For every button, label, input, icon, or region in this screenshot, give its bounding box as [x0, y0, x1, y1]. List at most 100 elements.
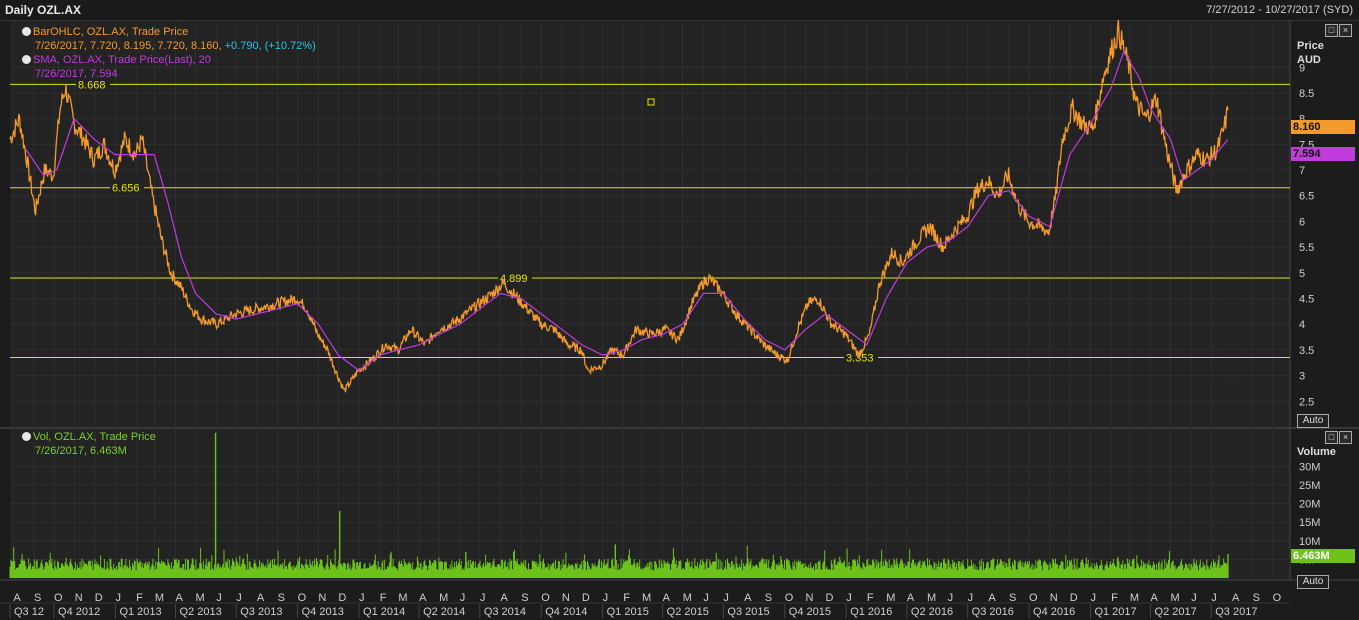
volume-pane-close-button[interactable]: × — [1339, 431, 1352, 444]
price-pane-maximize-button[interactable]: □ — [1325, 24, 1338, 37]
price-legend: BarOHLC, OZL.AX, Trade Price 7/26/2017, … — [22, 25, 316, 81]
chart-canvas[interactable]: 8.6686.6564.8993.353 2.533.544.555.566.5… — [0, 0, 1359, 620]
price-auto-scale-button[interactable]: Auto — [1297, 414, 1329, 428]
sma-series-icon[interactable] — [22, 55, 31, 64]
month-tick-label: S — [1009, 592, 1016, 604]
bar-series-values: 7/26/2017, 7.720, 8.195, 7.720, 8.160, — [35, 40, 222, 52]
volume-tick-label: 10M — [1299, 536, 1320, 548]
month-tick-label: J — [460, 592, 466, 604]
x-axis-quarters: Q3 12 Q4 2012 Q1 2013 Q2 2013 Q3 2013 Q4 2013… — [9, 604, 1257, 618]
month-tick-label: A — [1151, 592, 1159, 604]
month-tick-label: A — [1232, 592, 1240, 604]
month-tick-label: A — [257, 592, 265, 604]
month-tick-label: F — [380, 592, 387, 604]
volume-pane-bg — [10, 429, 1290, 580]
price-tick-label: 8.5 — [1299, 88, 1314, 100]
month-tick-label: N — [1050, 592, 1058, 604]
month-tick-label: A — [13, 592, 21, 604]
month-tick-label: O — [1273, 592, 1282, 604]
month-tick-label: N — [75, 592, 83, 604]
month-tick-label: M — [1130, 592, 1139, 604]
price-tick-label: 3.5 — [1299, 345, 1314, 357]
price-pane-close-button[interactable]: × — [1339, 24, 1352, 37]
quarter-tick-label: Q3 2015 — [727, 606, 769, 618]
bar-series-label: BarOHLC, OZL.AX, Trade Price — [33, 26, 189, 38]
chart-window: Daily OZL.AX 7/27/2012 - 10/27/2017 (SYD… — [0, 0, 1359, 620]
month-tick-label: S — [34, 592, 41, 604]
month-tick-label: D — [95, 592, 103, 604]
volume-tick-label: 25M — [1299, 480, 1320, 492]
price-tick-label: 5 — [1299, 268, 1305, 280]
volume-series-label: Vol, OZL.AX, Trade Price — [33, 431, 156, 443]
volume-axis-title: Volume — [1297, 446, 1336, 458]
sma-series-label: SMA, OZL.AX, Trade Price(Last), 20 — [33, 54, 211, 66]
volume-tick-label: 30M — [1299, 461, 1320, 473]
quarter-tick-label: Q1 2017 — [1094, 606, 1136, 618]
month-tick-label: D — [826, 592, 834, 604]
quarter-tick-label: Q3 12 — [14, 606, 44, 618]
month-tick-label: O — [785, 592, 794, 604]
volume-pane-maximize-button[interactable]: □ — [1325, 431, 1338, 444]
price-tick-label: 3 — [1299, 371, 1305, 383]
month-tick-label: J — [1090, 592, 1096, 604]
month-tick-label: M — [683, 592, 692, 604]
month-tick-label: J — [968, 592, 974, 604]
last-sma-tag: 7.594 — [1291, 147, 1355, 161]
level-label: 8.668 — [78, 79, 106, 91]
month-tick-label: M — [155, 592, 164, 604]
month-tick-label: F — [1111, 592, 1118, 604]
last-volume-tag: 6.463M — [1291, 549, 1355, 563]
month-tick-label: D — [1070, 592, 1078, 604]
price-axis-title: Price AUD — [1297, 39, 1324, 67]
bar-series-icon[interactable] — [22, 27, 31, 36]
month-tick-label: A — [419, 592, 427, 604]
month-tick-label: A — [988, 592, 996, 604]
volume-series-icon[interactable] — [22, 432, 31, 441]
month-tick-label: S — [278, 592, 285, 604]
quarter-tick-label: Q1 2013 — [119, 606, 161, 618]
volume-series-values: 7/26/2017, 6.463M — [35, 445, 127, 457]
month-tick-label: J — [216, 592, 222, 604]
month-tick-label: J — [846, 592, 852, 604]
price-axis-unit: AUD — [1297, 54, 1321, 66]
quarter-tick-label: Q3 2014 — [484, 606, 526, 618]
price-tick-label: 2.5 — [1299, 396, 1314, 408]
month-tick-label: M — [886, 592, 895, 604]
x-axis-months: ASONDJFMAMJJASONDJFMAMJJASONDJFMAMJJASON… — [13, 592, 1281, 604]
month-tick-label: M — [642, 592, 651, 604]
quarter-tick-label: Q2 2017 — [1155, 606, 1197, 618]
quarter-tick-label: Q2 2013 — [180, 606, 222, 618]
month-tick-label: A — [663, 592, 671, 604]
month-tick-label: M — [398, 592, 407, 604]
month-tick-label: O — [541, 592, 550, 604]
month-tick-label: O — [54, 592, 63, 604]
month-tick-label: J — [480, 592, 486, 604]
price-axis-ticks: 2.533.544.555.566.577.588.59 — [1299, 62, 1314, 408]
level-label: 6.656 — [112, 183, 140, 195]
month-tick-label: O — [1029, 592, 1038, 604]
month-tick-label: J — [359, 592, 365, 604]
quarter-tick-label: Q4 2012 — [58, 606, 100, 618]
month-tick-label: A — [176, 592, 184, 604]
month-tick-label: D — [582, 592, 590, 604]
price-axis-label: Price — [1297, 40, 1324, 52]
month-tick-label: A — [501, 592, 509, 604]
month-tick-label: M — [1171, 592, 1180, 604]
volume-tick-label: 20M — [1299, 499, 1320, 511]
price-tick-label: 5.5 — [1299, 242, 1314, 254]
sma-series-values: 7/26/2017, 7.594 — [35, 68, 118, 80]
volume-legend: Vol, OZL.AX, Trade Price 7/26/2017, 6.46… — [22, 430, 156, 458]
price-tick-label: 6 — [1299, 216, 1305, 228]
volume-auto-scale-button[interactable]: Auto — [1297, 575, 1329, 589]
price-tick-label: 4.5 — [1299, 294, 1314, 306]
month-tick-label: S — [765, 592, 772, 604]
month-tick-label: J — [603, 592, 609, 604]
quarter-tick-label: Q2 2016 — [911, 606, 953, 618]
volume-tick-label: 15M — [1299, 517, 1320, 529]
quarter-tick-label: Q3 2016 — [972, 606, 1014, 618]
month-tick-label: M — [927, 592, 936, 604]
quarter-tick-label: Q4 2015 — [789, 606, 831, 618]
month-tick-label: M — [196, 592, 205, 604]
month-tick-label: O — [298, 592, 307, 604]
month-tick-label: F — [623, 592, 630, 604]
